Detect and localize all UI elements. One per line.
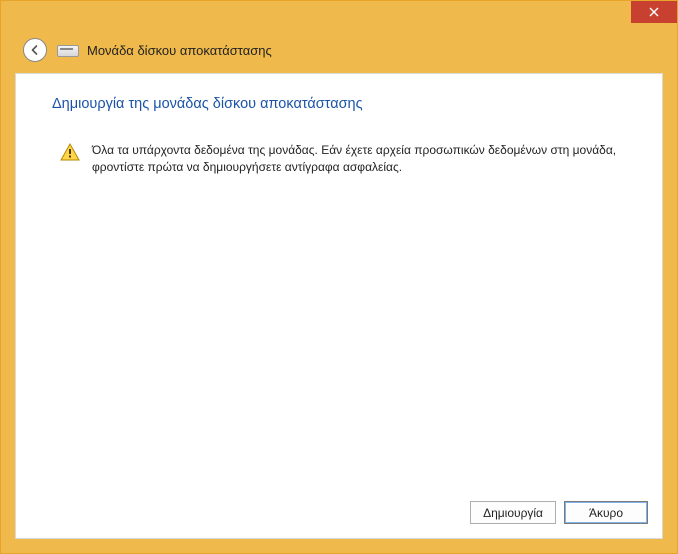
warning-text: Όλα τα υπάρχοντα δεδομένα της μονάδας. Ε…: [92, 142, 622, 177]
drive-icon: [57, 43, 77, 57]
window-header: Μονάδα δίσκου αποκατάστασης: [23, 35, 655, 65]
close-icon: [649, 7, 659, 17]
close-button[interactable]: [631, 1, 677, 23]
content-panel: Δημιουργία της μονάδας δίσκου αποκατάστα…: [15, 73, 663, 539]
back-button[interactable]: [23, 38, 47, 62]
button-row: Δημιουργία Άκυρο: [470, 501, 648, 524]
page-heading: Δημιουργία της μονάδας δίσκου αποκατάστα…: [52, 96, 363, 112]
cancel-button[interactable]: Άκυρο: [564, 501, 648, 524]
wizard-window: Μονάδα δίσκου αποκατάστασης Δημιουργία τ…: [0, 0, 678, 554]
warning-icon: [60, 143, 80, 161]
warning-block: Όλα τα υπάρχοντα δεδομένα της μονάδας. Ε…: [60, 142, 622, 177]
window-title: Μονάδα δίσκου αποκατάστασης: [87, 43, 272, 58]
back-arrow-icon: [29, 44, 41, 56]
create-button[interactable]: Δημιουργία: [470, 501, 556, 524]
